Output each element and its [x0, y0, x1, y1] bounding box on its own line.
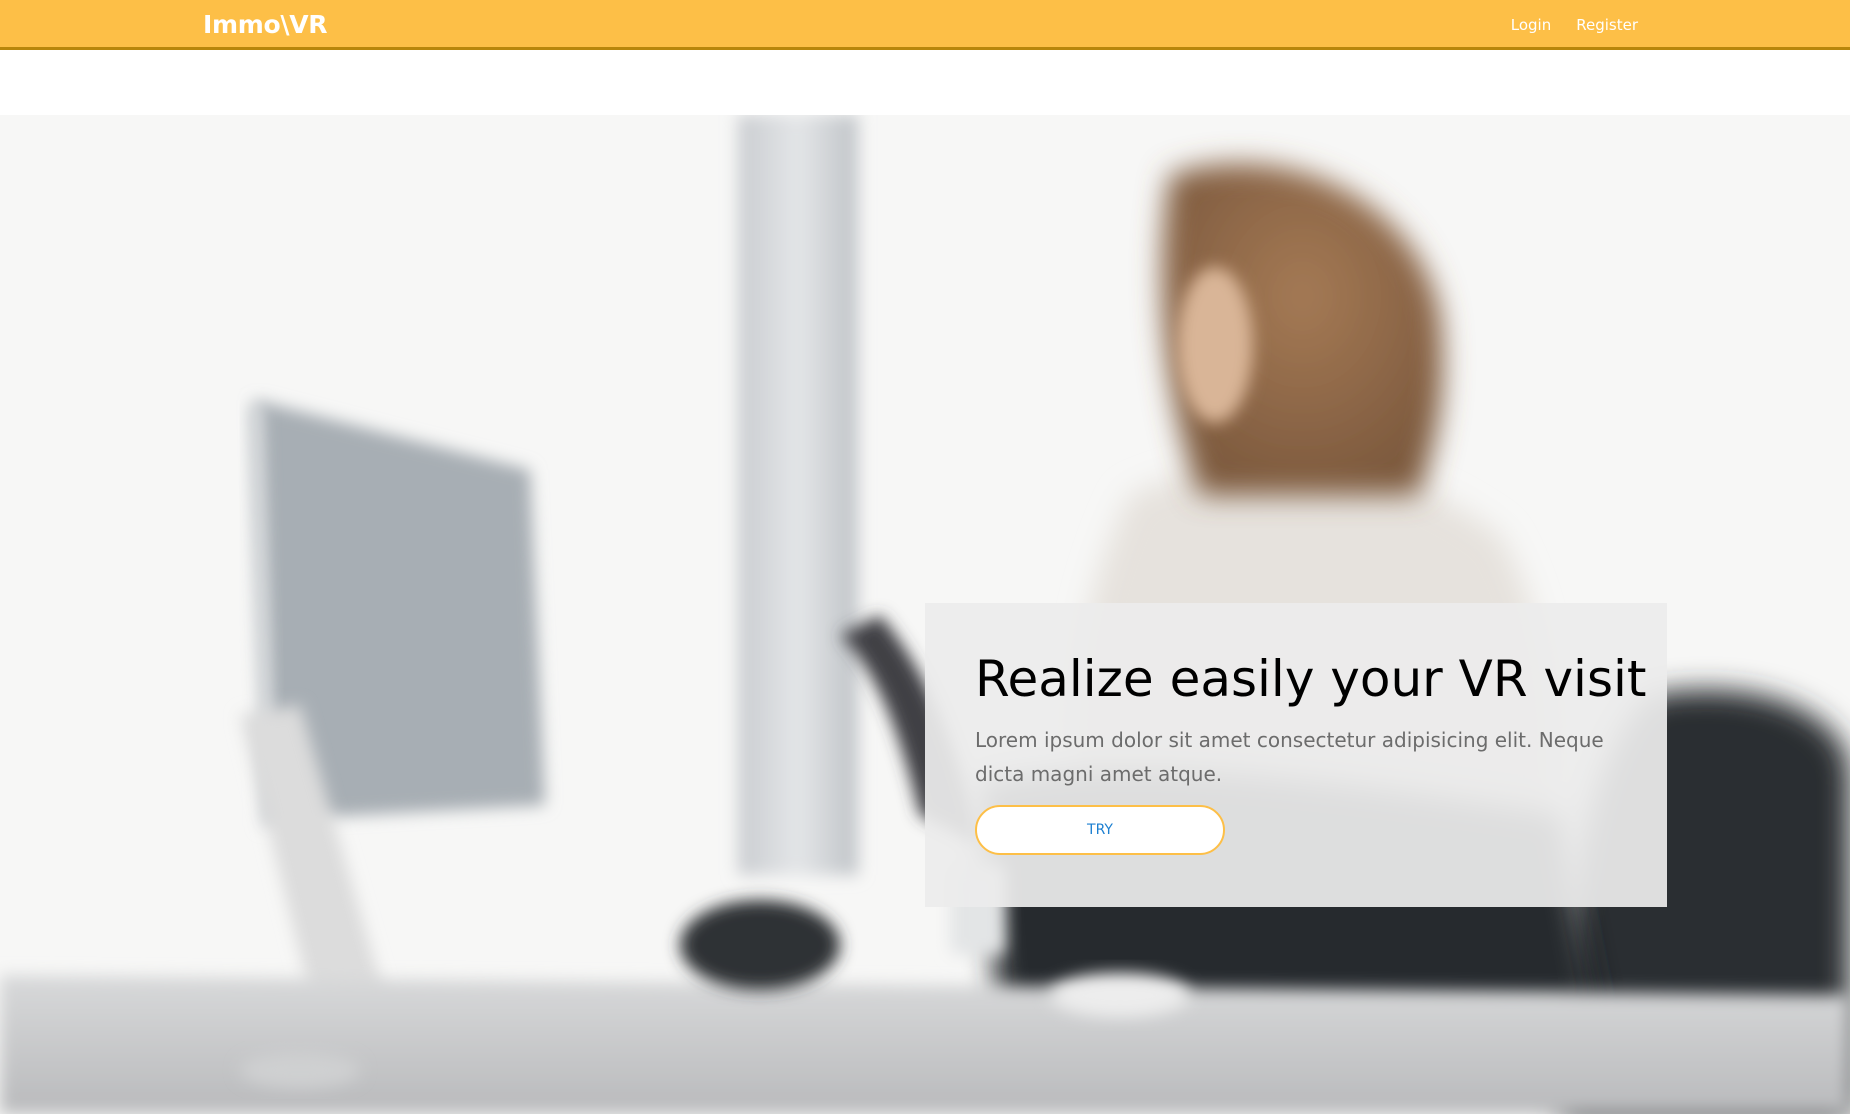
hero-title: Realize easily your VR visit	[975, 650, 1647, 708]
hero-card: Realize easily your VR visit Lorem ipsum…	[925, 603, 1667, 907]
nav-links: Login Register	[1511, 16, 1638, 34]
hero-section: Realize easily your VR visit Lorem ipsum…	[0, 115, 1850, 1114]
register-link[interactable]: Register	[1576, 16, 1638, 34]
brand-logo[interactable]: Immo\VR	[203, 10, 328, 39]
try-button[interactable]: TRY	[975, 804, 1225, 855]
top-navbar: Immo\VR Login Register	[0, 0, 1850, 50]
login-link[interactable]: Login	[1511, 16, 1551, 34]
hero-description: Lorem ipsum dolor sit amet consectetur a…	[975, 727, 1604, 786]
